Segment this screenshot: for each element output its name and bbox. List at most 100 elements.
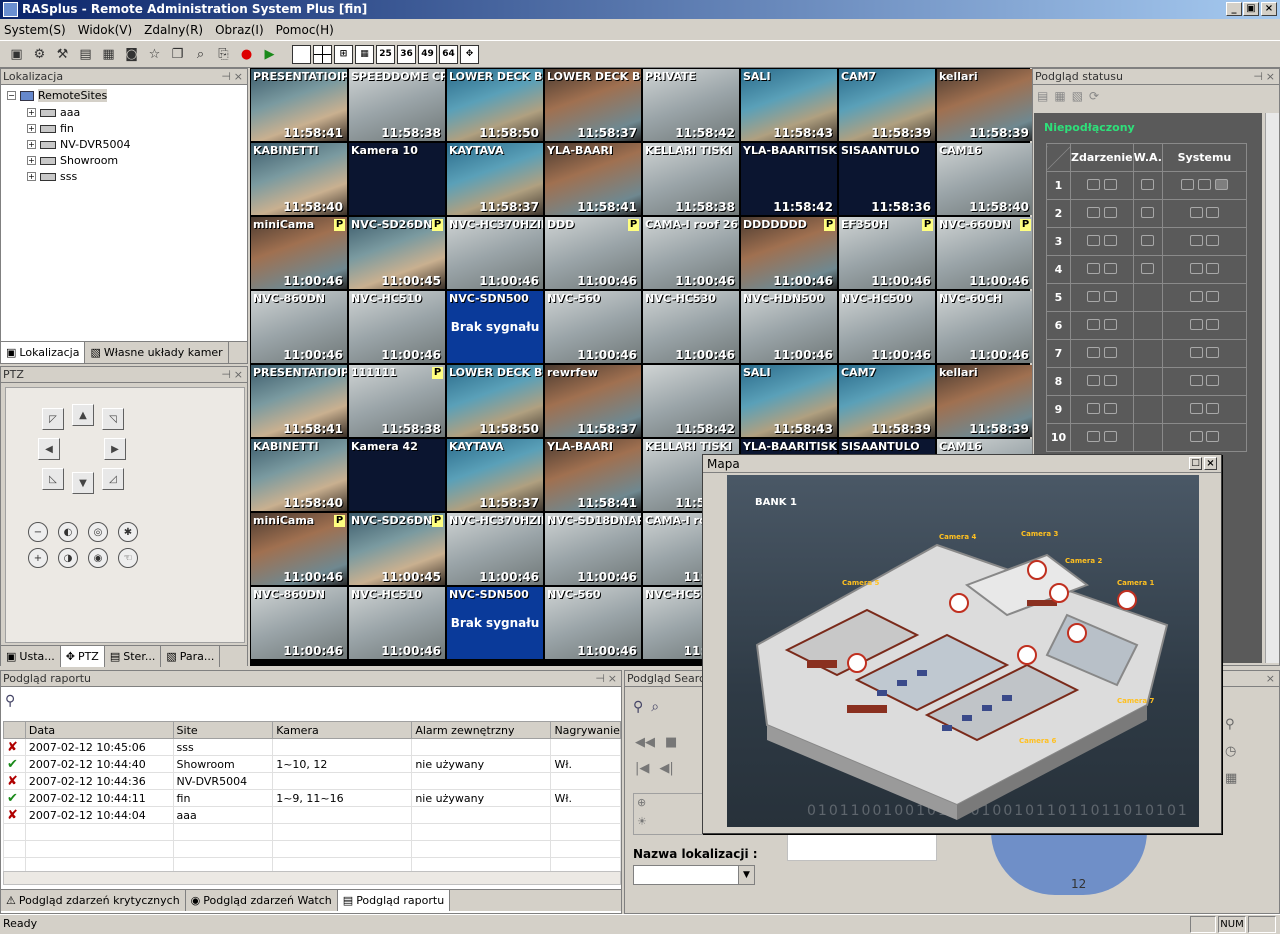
expand-icon[interactable]: + [27,140,36,149]
camera-tile[interactable]: SPEEDDOME CP 11:58:38 [349,69,445,141]
table-row[interactable]: ✘ 2007-02-12 10:45:06 sss [3,738,621,756]
minimize-button[interactable]: _ [1226,2,1242,16]
camera-tile[interactable]: rewrfew 11:58:37 [545,365,641,437]
camera-tile[interactable]: 111111 P 11:58:38 [349,365,445,437]
camera-tile[interactable]: LOWER DECK B/11:58:50 [447,365,543,437]
map-restore-button[interactable]: □ [1189,457,1202,470]
fullscreen-icon[interactable]: ✥ [460,44,479,64]
camera-tile[interactable]: DDD P 11:00:46 [545,217,641,289]
ptz-right-button[interactable]: ▶ [104,438,126,460]
camera-tile[interactable]: YLA-BAARITISKI 11:58:42 [741,143,837,215]
search-icon[interactable]: ⌕ [190,44,211,65]
tree-item-aaa[interactable]: + aaa [27,106,80,119]
map-camera-1[interactable]: Camera 1 [1117,579,1154,587]
camera-tile[interactable]: YLA-BAARI 11:58:41 [545,439,641,511]
layout-4-icon[interactable] [313,44,332,64]
report-search-icon[interactable]: ⚲ [5,693,15,709]
close-icon[interactable]: × [608,671,617,686]
tree-item-fin[interactable]: + fin [27,122,74,135]
timer-icon[interactable]: ◷ [1225,744,1237,759]
export-icon[interactable]: ⎘ [213,44,234,65]
close-icon[interactable]: × [234,69,243,84]
map-close-button[interactable]: × [1204,457,1217,470]
maximize-button[interactable]: ▣ [1243,2,1259,16]
expand-icon[interactable]: + [27,172,36,181]
ptz-up-left-button[interactable]: ◸ [42,408,64,430]
menu-remote[interactable]: Zdalny(R) [144,23,203,37]
layout-64-button[interactable]: 64 [439,44,458,64]
camera-icon[interactable]: ◙ [121,44,142,65]
tools-icon[interactable]: ⚒ [52,44,73,65]
favorite-icon[interactable]: ☆ [144,44,165,65]
report-hscroll[interactable] [3,871,621,885]
camera-tile[interactable]: NVC-660DN P 11:00:46 [937,217,1033,289]
camera-tile[interactable]: NVC-HC510 11:00:46 [349,291,445,363]
zoom-in-icon[interactable]: + [28,548,48,568]
layout-25-button[interactable]: 25 [376,44,395,64]
camera-tile[interactable]: NVC-860DN 11:00:46 [251,291,347,363]
camera-tile[interactable]: DDDDDDD P 11:00:46 [741,217,837,289]
tab-ptz[interactable]: ✥ PTZ [60,646,105,667]
layout-49-button[interactable]: 49 [418,44,437,64]
col-recording[interactable]: Nagrywanie [550,721,621,739]
record-icon[interactable]: ● [236,44,257,65]
camera-tile[interactable]: NVC-60CH 11:00:46 [937,291,1033,363]
hand-icon[interactable]: ☜ [118,548,138,568]
camera-tile[interactable]: NVC-560 11:00:46 [545,291,641,363]
camera-tile[interactable]: PRIVATE 11:58:42 [643,69,739,141]
camera-tile[interactable]: YLA-BAARI 11:58:41 [545,143,641,215]
snapshot-icon[interactable]: ⚲ [1225,717,1237,732]
focus-near-icon[interactable]: ◐ [58,522,78,542]
table-row[interactable]: ✔ 2007-02-12 10:44:40 Showroom 1~10, 12 nie … [3,755,621,773]
ptz-down-left-button[interactable]: ◺ [42,468,64,490]
ptz-down-right-button[interactable]: ◿ [102,468,124,490]
layout-9-icon[interactable]: ⊞ [334,44,353,64]
col-date[interactable]: Data [24,721,174,739]
tab-settings[interactable]: ▣ Usta... [1,646,61,667]
camera-tile[interactable]: miniCama P 11:00:46 [251,217,347,289]
menu-system[interactable]: System(S) [4,23,66,37]
camera-tile[interactable]: SISAANTULO 11:58:36 [839,143,935,215]
layout-36-button[interactable]: 36 [397,44,416,64]
pin-icon[interactable]: ⊣ [221,367,231,382]
camera-tile[interactable]: KABINETTI 11:58:40 [251,143,347,215]
ptz-up-right-button[interactable]: ◹ [102,408,124,430]
map-camera-7[interactable]: Camera 7 [1117,697,1154,705]
table-row[interactable]: ✔ 2007-02-12 10:44:11 fin 1~9, 11~16 nie uży… [3,789,621,807]
camera-tile[interactable]: 11:58:42 [643,365,739,437]
tree-item-nv-dvr5004[interactable]: + NV-DVR5004 [27,138,131,151]
tab-report[interactable]: ▤ Podgląd raportu [337,890,451,911]
camera-tile[interactable]: NVC-860DN 11:00:46 [251,587,347,659]
map-camera-4[interactable]: Camera 4 [939,533,976,541]
network-icon[interactable]: ▧ [1072,89,1083,103]
camera-tile[interactable]: CAMA-I roof 26P 11:00:46 [643,217,739,289]
zoom-icon[interactable]: ⌕ [651,699,659,715]
camera-tile[interactable]: KABINETTI 11:58:40 [251,439,347,511]
camera-tile[interactable]: NVC-HDN500 11:00:46 [741,291,837,363]
windows-icon[interactable]: ❐ [167,44,188,65]
iris-open-icon[interactable]: ◉ [88,548,108,568]
menu-view[interactable]: Widok(V) [78,23,132,37]
camera-tile[interactable]: NVC-SD26DN P 11:00:45 [349,513,445,585]
expand-icon[interactable]: + [27,124,36,133]
ptz-up-button[interactable]: ▲ [72,404,94,426]
col-alarm[interactable]: Alarm zewnętrzny [411,721,552,739]
iris-close-icon[interactable]: ◎ [88,522,108,542]
tree-root[interactable]: − RemoteSites [7,89,108,102]
camera-tile[interactable]: PRESENTATIOIP 11:58:41 [251,69,347,141]
table-row[interactable]: ✘ 2007-02-12 10:44:04 aaa [3,806,621,824]
camera-tile[interactable]: CAM7 11:58:39 [839,365,935,437]
doc-icon[interactable]: ▤ [1037,89,1048,103]
camera-tile[interactable]: NVC-SDN500 Brak sygnału [447,291,543,363]
camera-tile[interactable]: Kamera 42 [349,439,445,511]
camera-tile[interactable]: LOWER DECK B/11:58:50 [447,69,543,141]
camera-tile[interactable]: Kamera 10 [349,143,445,215]
zoom-out-icon[interactable]: − [28,522,48,542]
map-camera-3[interactable]: Camera 3 [1021,530,1058,538]
close-icon[interactable]: × [1266,671,1275,686]
map-camera-2[interactable]: Camera 2 [1065,557,1102,565]
pin-icon[interactable]: ⊣ [221,69,231,84]
tree-item-showroom[interactable]: + Showroom [27,154,118,167]
camera-tile[interactable]: NVC-HC510 11:00:46 [349,587,445,659]
camera-tile[interactable]: KAYTAVA 11:58:37 [447,439,543,511]
